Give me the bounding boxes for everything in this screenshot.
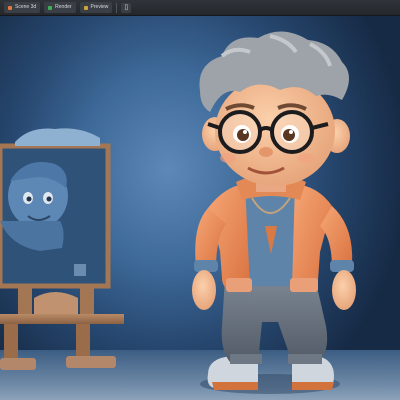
toolbar-button-label: Render (55, 4, 72, 10)
render-viewport[interactable] (0, 16, 400, 400)
scene-illustration (0, 31, 356, 394)
preview-icon (83, 5, 88, 10)
toolbar-button-label: Scene 3d (15, 4, 37, 10)
toolbar-button-label: Preview (90, 4, 109, 10)
scene-icon (8, 5, 12, 10)
toolbar-button-scene[interactable]: Scene 3d (4, 2, 41, 13)
cartoon-boy-character (192, 31, 356, 394)
easel-painting (0, 128, 124, 370)
document-icon[interactable]: ▯ (121, 2, 132, 13)
render-icon (48, 5, 53, 10)
toolbar-button-render[interactable]: Render (44, 2, 76, 13)
toolbar-divider (116, 2, 118, 13)
toolbar-button-preview[interactable]: Preview (79, 2, 113, 13)
toolbar: Scene 3d Render Preview ▯ (0, 0, 400, 16)
